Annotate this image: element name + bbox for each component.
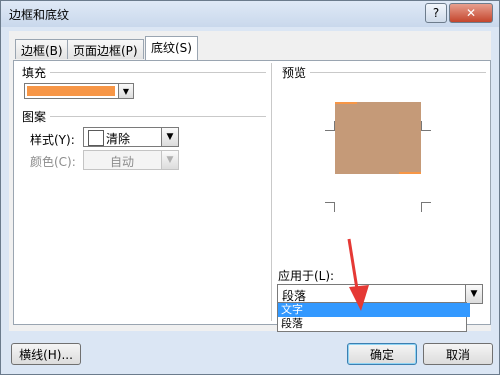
chevron-down-icon[interactable]: ▼: [161, 151, 178, 169]
preview-section-label: 预览: [282, 66, 307, 80]
panel-vertical-divider: [271, 63, 272, 321]
clear-pattern-icon: [88, 130, 104, 146]
pattern-color-label: 颜色(C):: [30, 155, 76, 169]
apply-to-label: 应用于(L):: [278, 269, 335, 283]
fill-color-picker[interactable]: ▼: [24, 83, 134, 99]
crop-mark: [334, 121, 335, 131]
pattern-section-label: 图案: [22, 110, 47, 124]
preview-divider: [310, 72, 486, 73]
close-button[interactable]: ✕: [449, 3, 493, 23]
fill-divider: [50, 72, 266, 73]
apply-option-paragraph[interactable]: 段落: [278, 317, 470, 331]
style-select-value: 清除: [106, 132, 131, 146]
pattern-color-select[interactable]: 自动 ▼: [83, 150, 179, 170]
cancel-button[interactable]: 取消: [423, 343, 493, 365]
style-select[interactable]: 清除 ▼: [83, 127, 179, 147]
tab-shading[interactable]: 底纹(S): [145, 36, 198, 60]
dialog-title: 边框和底纹: [9, 8, 70, 22]
horizontal-line-button[interactable]: 横线(H)...: [11, 343, 81, 365]
apply-to-select[interactable]: 段落 ▼: [277, 284, 483, 304]
dialog-window: 边框和底纹 ? ✕ 边框(B) 页面边框(P) 底纹(S) 填充 ▼ 图案 样式…: [0, 0, 500, 375]
help-button[interactable]: ?: [425, 3, 447, 23]
crop-mark: [421, 202, 422, 212]
pattern-color-value: 自动: [110, 155, 135, 169]
preview-top-edge: [335, 102, 357, 104]
chevron-down-icon[interactable]: ▼: [118, 84, 133, 98]
crop-mark: [334, 202, 335, 212]
style-label: 样式(Y):: [30, 133, 75, 147]
preview-bottom-edge: [399, 172, 421, 174]
ok-button[interactable]: 确定: [347, 343, 417, 365]
crop-mark: [421, 121, 422, 131]
tab-page-borders[interactable]: 页面边框(P): [67, 39, 144, 59]
close-icon: ✕: [465, 6, 477, 20]
shading-preview: [335, 102, 421, 174]
title-bar: 边框和底纹 ? ✕: [1, 1, 499, 27]
fill-section-label: 填充: [22, 66, 47, 80]
red-arrow-annotation: [347, 238, 369, 311]
chevron-down-icon[interactable]: ▼: [465, 285, 482, 303]
crop-mark: [421, 202, 431, 203]
help-icon: ?: [432, 6, 440, 20]
tab-borders[interactable]: 边框(B): [15, 39, 69, 59]
pattern-divider: [50, 116, 266, 117]
fill-color-swatch: [27, 86, 115, 96]
chevron-down-icon[interactable]: ▼: [161, 128, 178, 146]
crop-mark: [421, 130, 431, 131]
